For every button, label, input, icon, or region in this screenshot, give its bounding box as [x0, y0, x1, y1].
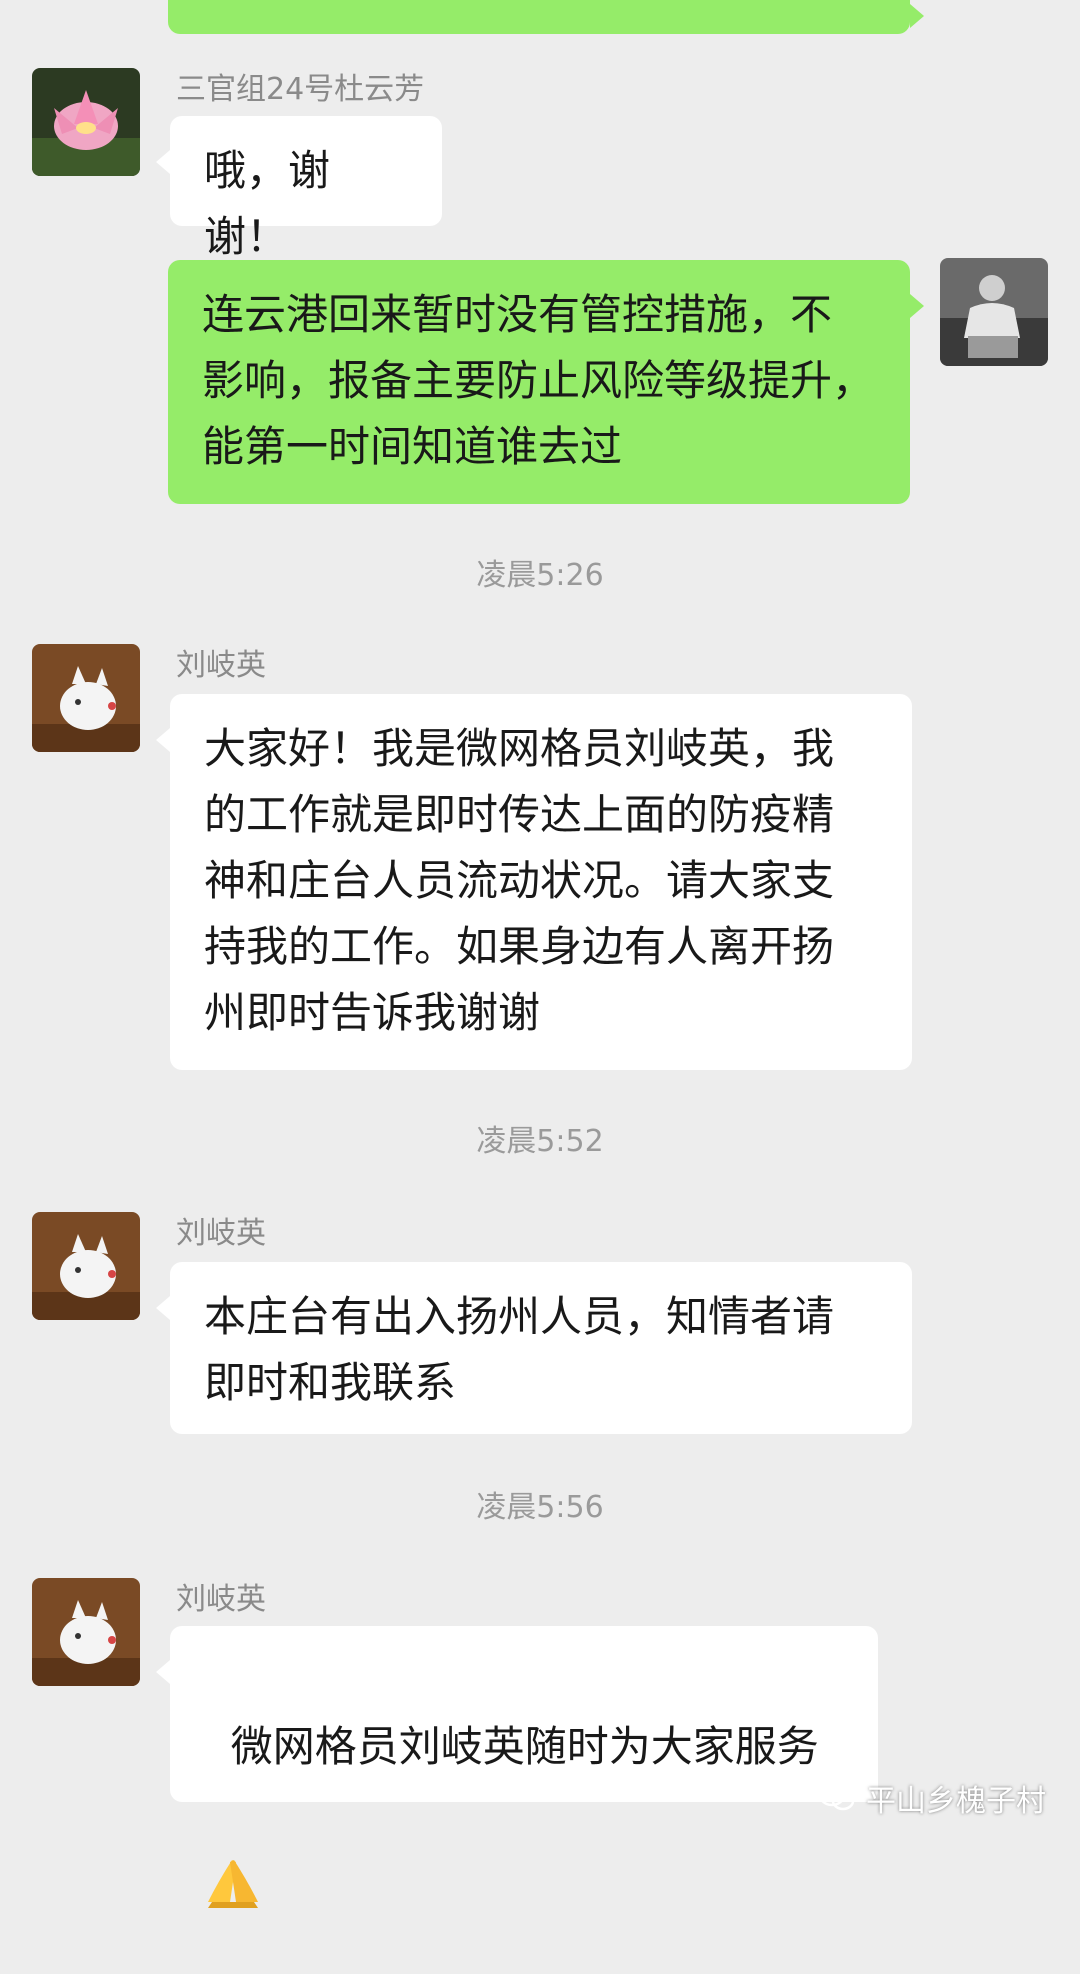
photo-avatar-image: [940, 258, 1048, 366]
watermark-text: 平山乡槐子村: [866, 1784, 1046, 1819]
avatar-piggy[interactable]: [32, 1578, 140, 1686]
watermark: 平山乡槐子村: [818, 1776, 1046, 1820]
sender-name: 刘岐英: [176, 1582, 266, 1617]
avatar-piggy[interactable]: [32, 1212, 140, 1320]
timestamp: 凌晨5:52: [476, 1124, 604, 1159]
timestamp: 凌晨5:26: [476, 558, 604, 593]
piggy-avatar-image: [32, 1212, 140, 1320]
message-text: 微网格员刘岐英随时为大家服务: [230, 1722, 819, 1771]
avatar-photo[interactable]: [940, 258, 1048, 366]
message-bubble[interactable]: 微网格员刘岐英随时为大家服务: [156, 1626, 878, 1908]
message-bubble[interactable]: 大家好！我是微网格员刘岐英，我 的工作就是即时传达上面的防疫精 神和庄台人员流动…: [156, 694, 912, 1070]
message-bubble-sent[interactable]: 连云港回来暂时没有管控措施，不 影响，报备主要防止风险等级提升， 能第一时间知道…: [168, 260, 924, 504]
avatar-lotus[interactable]: [32, 68, 140, 176]
sender-name: 刘岐英: [176, 1216, 266, 1251]
sender-name: 三官组24号杜云芳: [176, 72, 425, 107]
timestamp: 凌晨5:56: [476, 1490, 604, 1525]
piggy-avatar-image: [32, 1578, 140, 1686]
avatar-piggy[interactable]: [32, 644, 140, 752]
lotus-avatar-image: [32, 68, 140, 176]
message-bubble[interactable]: 本庄台有出入扬州人员，知情者请 即时和我联系: [156, 1262, 912, 1434]
folded-hands-emoji-icon: [208, 1860, 258, 1908]
wechat-icon: [818, 1783, 855, 1811]
piggy-avatar-image: [32, 644, 140, 752]
sender-name: 刘岐英: [176, 648, 266, 683]
message-bubble-partial[interactable]: [168, 0, 924, 34]
message-bubble[interactable]: 哦，谢谢！: [156, 116, 442, 261]
